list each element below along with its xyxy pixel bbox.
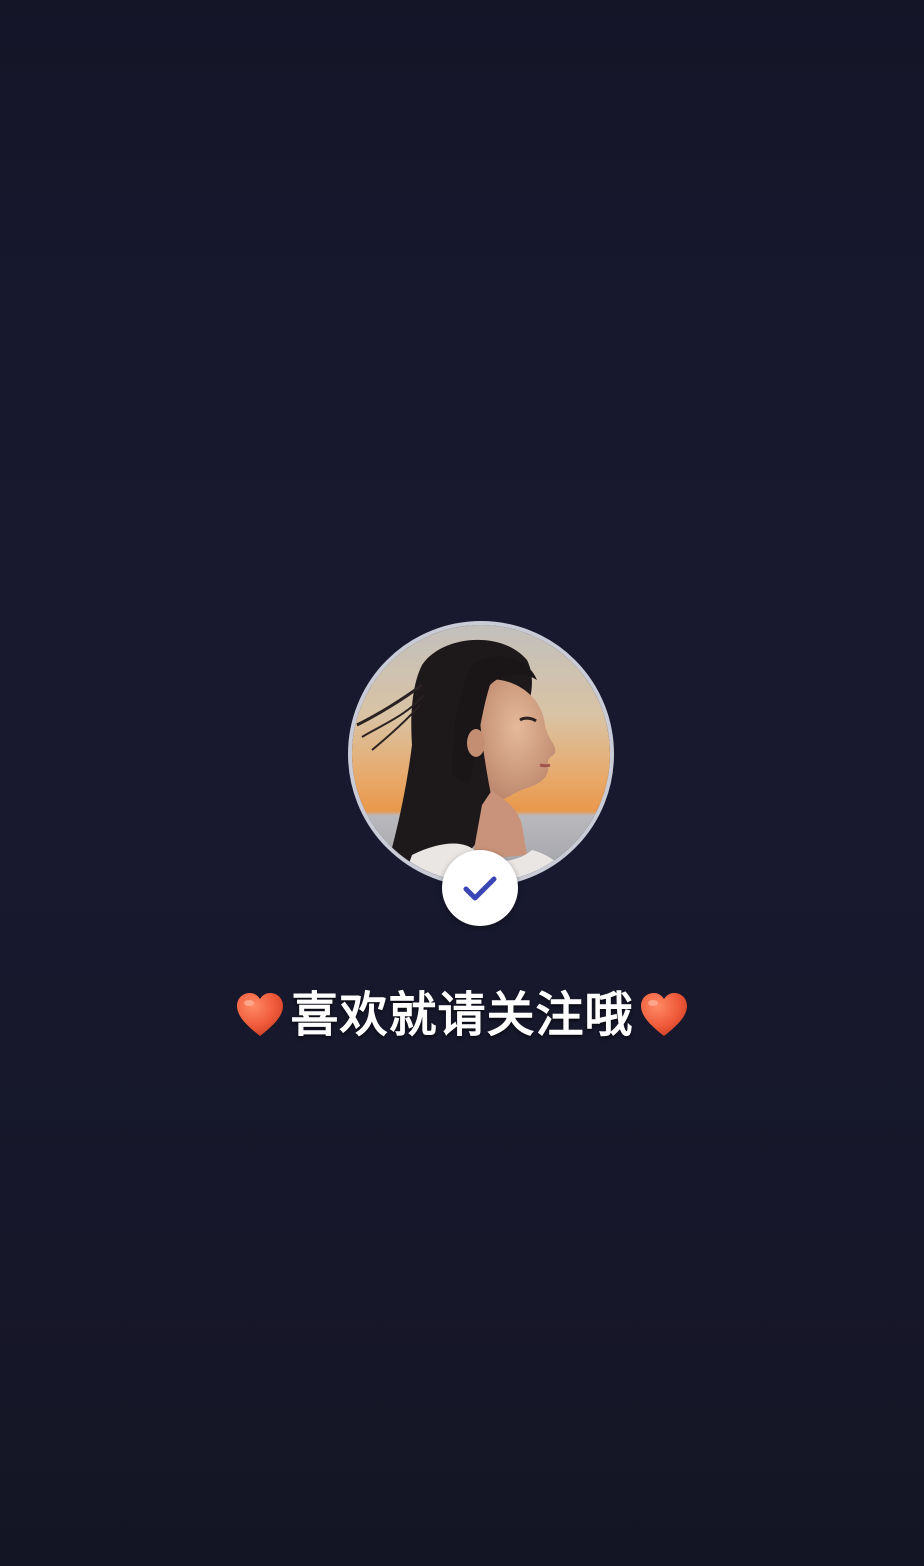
avatar-container bbox=[348, 621, 614, 887]
screen: 喜欢就请关注哦 bbox=[0, 0, 924, 1566]
heart-emoji-left-icon bbox=[234, 989, 286, 1041]
avatar[interactable] bbox=[348, 621, 614, 887]
checkmark-icon bbox=[463, 876, 497, 901]
heart-emoji-right-icon bbox=[638, 989, 690, 1041]
avatar-photo bbox=[352, 625, 610, 883]
follow-button[interactable] bbox=[442, 850, 518, 926]
follow-caption: 喜欢就请关注哦 bbox=[0, 980, 924, 1050]
caption-text: 喜欢就请关注哦 bbox=[290, 987, 634, 1043]
